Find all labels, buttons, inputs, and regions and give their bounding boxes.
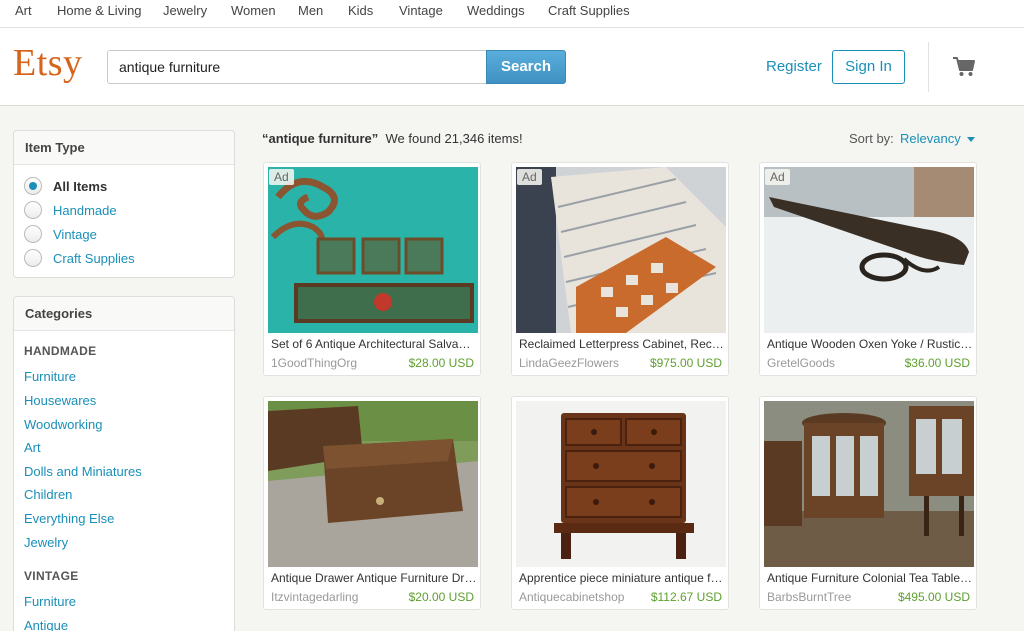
listing-price: $28.00 USD [408, 356, 474, 370]
ad-badge: Ad [765, 169, 790, 185]
item-type-craft-supplies[interactable]: Craft Supplies [24, 248, 135, 268]
nav-weddings[interactable]: Weddings [467, 3, 525, 18]
listing-title[interactable]: Reclaimed Letterpress Cabinet, Recycled … [519, 337, 725, 351]
item-type-handmade[interactable]: Handmade [24, 200, 117, 220]
listing-price: $20.00 USD [408, 590, 474, 604]
radio-label: Vintage [53, 226, 97, 242]
shop-name[interactable]: Antiquecabinetshop [519, 590, 649, 604]
category-nav: Art Home & Living Jewelry Women Men Kids… [0, 0, 1024, 28]
search-button[interactable]: Search [486, 50, 566, 84]
handmade-heading: HANDMADE [24, 344, 97, 358]
register-link[interactable]: Register [766, 58, 822, 75]
listing-image[interactable] [764, 401, 974, 567]
sign-in-button[interactable]: Sign In [832, 50, 905, 84]
results-summary: “antique furniture” We found 21,346 item… [262, 131, 523, 146]
radio-vintage[interactable] [24, 225, 42, 243]
cat-art[interactable]: Art [24, 440, 41, 455]
listing-title[interactable]: Antique Wooden Oxen Yoke / Rustic Decor [767, 337, 973, 351]
listing-card[interactable]: Ad Antique Wooden Oxen Yoke / Rustic Dec… [759, 162, 977, 376]
shop-name[interactable]: GretelGoods [767, 356, 897, 370]
item-type-vintage[interactable]: Vintage [24, 224, 97, 244]
listing-image[interactable] [516, 167, 726, 333]
listing-image[interactable] [516, 401, 726, 567]
listing-title[interactable]: Antique Furniture Colonial Tea Table Cab… [767, 571, 973, 585]
listing-price: $495.00 USD [897, 590, 970, 604]
nav-women[interactable]: Women [231, 3, 276, 18]
ad-badge: Ad [269, 169, 294, 185]
cat-furniture[interactable]: Furniture [24, 369, 76, 384]
cat-housewares[interactable]: Housewares [24, 393, 96, 408]
radio-craft-supplies[interactable] [24, 249, 42, 267]
header-divider [928, 42, 929, 92]
cat-vintage-furniture[interactable]: Furniture [24, 594, 76, 609]
chevron-down-icon[interactable] [967, 137, 975, 142]
cat-vintage-antique[interactable]: Antique [24, 618, 68, 631]
search-input[interactable]: antique furniture [107, 50, 487, 84]
radio-label: Craft Supplies [53, 250, 135, 266]
categories-title: Categories [14, 297, 234, 331]
nav-home-living[interactable]: Home & Living [57, 3, 142, 18]
radio-label: Handmade [53, 202, 117, 218]
cat-children[interactable]: Children [24, 487, 72, 502]
nav-men[interactable]: Men [298, 3, 323, 18]
cat-everything-else[interactable]: Everything Else [24, 511, 114, 526]
cat-dolls-miniatures[interactable]: Dolls and Miniatures [24, 464, 142, 479]
item-type-title: Item Type [14, 131, 234, 165]
listing-title[interactable]: Antique Drawer Antique Furniture Drawer … [271, 571, 477, 585]
listing-card[interactable]: Antique Drawer Antique Furniture Drawer … [263, 396, 481, 610]
etsy-logo[interactable]: Etsy [13, 41, 83, 85]
listing-image[interactable] [268, 401, 478, 567]
result-count: We found 21,346 items! [385, 131, 523, 146]
shop-name[interactable]: 1GoodThingOrg [271, 356, 401, 370]
listing-image[interactable] [764, 167, 974, 333]
listing-card[interactable]: Apprentice piece miniature antique furni… [511, 396, 729, 610]
cat-woodworking[interactable]: Woodworking [24, 417, 103, 432]
listing-image[interactable] [268, 167, 478, 333]
listing-price: $36.00 USD [904, 356, 970, 370]
radio-handmade[interactable] [24, 201, 42, 219]
nav-art[interactable]: Art [15, 3, 32, 18]
search-query: “antique furniture” [262, 131, 379, 146]
sort-label: Sort by: [849, 131, 894, 146]
cat-jewelry[interactable]: Jewelry [24, 535, 68, 550]
radio-all-items[interactable] [24, 177, 42, 195]
listing-card[interactable]: Ad Reclaimed Letterpress Cabinet, Recyc l… [511, 162, 729, 376]
radio-label: All Items [53, 178, 108, 194]
item-type-panel: Item Type All Items Handmade Vintage Cra… [13, 130, 235, 278]
nav-craft-supplies[interactable]: Craft Supplies [548, 3, 630, 18]
shopping-cart-icon[interactable] [952, 56, 976, 78]
shop-name[interactable]: LindaGeezFlowers [519, 356, 649, 370]
item-type-all[interactable]: All Items [24, 176, 107, 196]
nav-jewelry[interactable]: Jewelry [163, 3, 207, 18]
vintage-heading: VINTAGE [24, 569, 79, 583]
listing-title[interactable]: Apprentice piece miniature antique furni… [519, 571, 725, 585]
listing-price: $975.00 USD [649, 356, 722, 370]
listing-price: $112.67 USD [650, 590, 722, 604]
sort-dropdown[interactable]: Relevancy [900, 131, 961, 146]
listing-card[interactable]: Ad Set of 6 Antique Architectural Salvag… [263, 162, 481, 376]
nav-vintage[interactable]: Vintage [399, 3, 443, 18]
ad-badge: Ad [517, 169, 542, 185]
categories-panel: Categories HANDMADE Furniture Housewares… [13, 296, 235, 631]
listing-title[interactable]: Set of 6 Antique Architectural Salvage P… [271, 337, 477, 351]
shop-name[interactable]: Itzvintagedarling [271, 590, 401, 604]
shop-name[interactable]: BarbsBurntTree [767, 590, 897, 604]
site-header: Etsy antique furniture Search Register S… [0, 28, 1024, 106]
nav-kids[interactable]: Kids [348, 3, 373, 18]
listing-card[interactable]: Antique Furniture Colonial Tea Table Cab… [759, 396, 977, 610]
